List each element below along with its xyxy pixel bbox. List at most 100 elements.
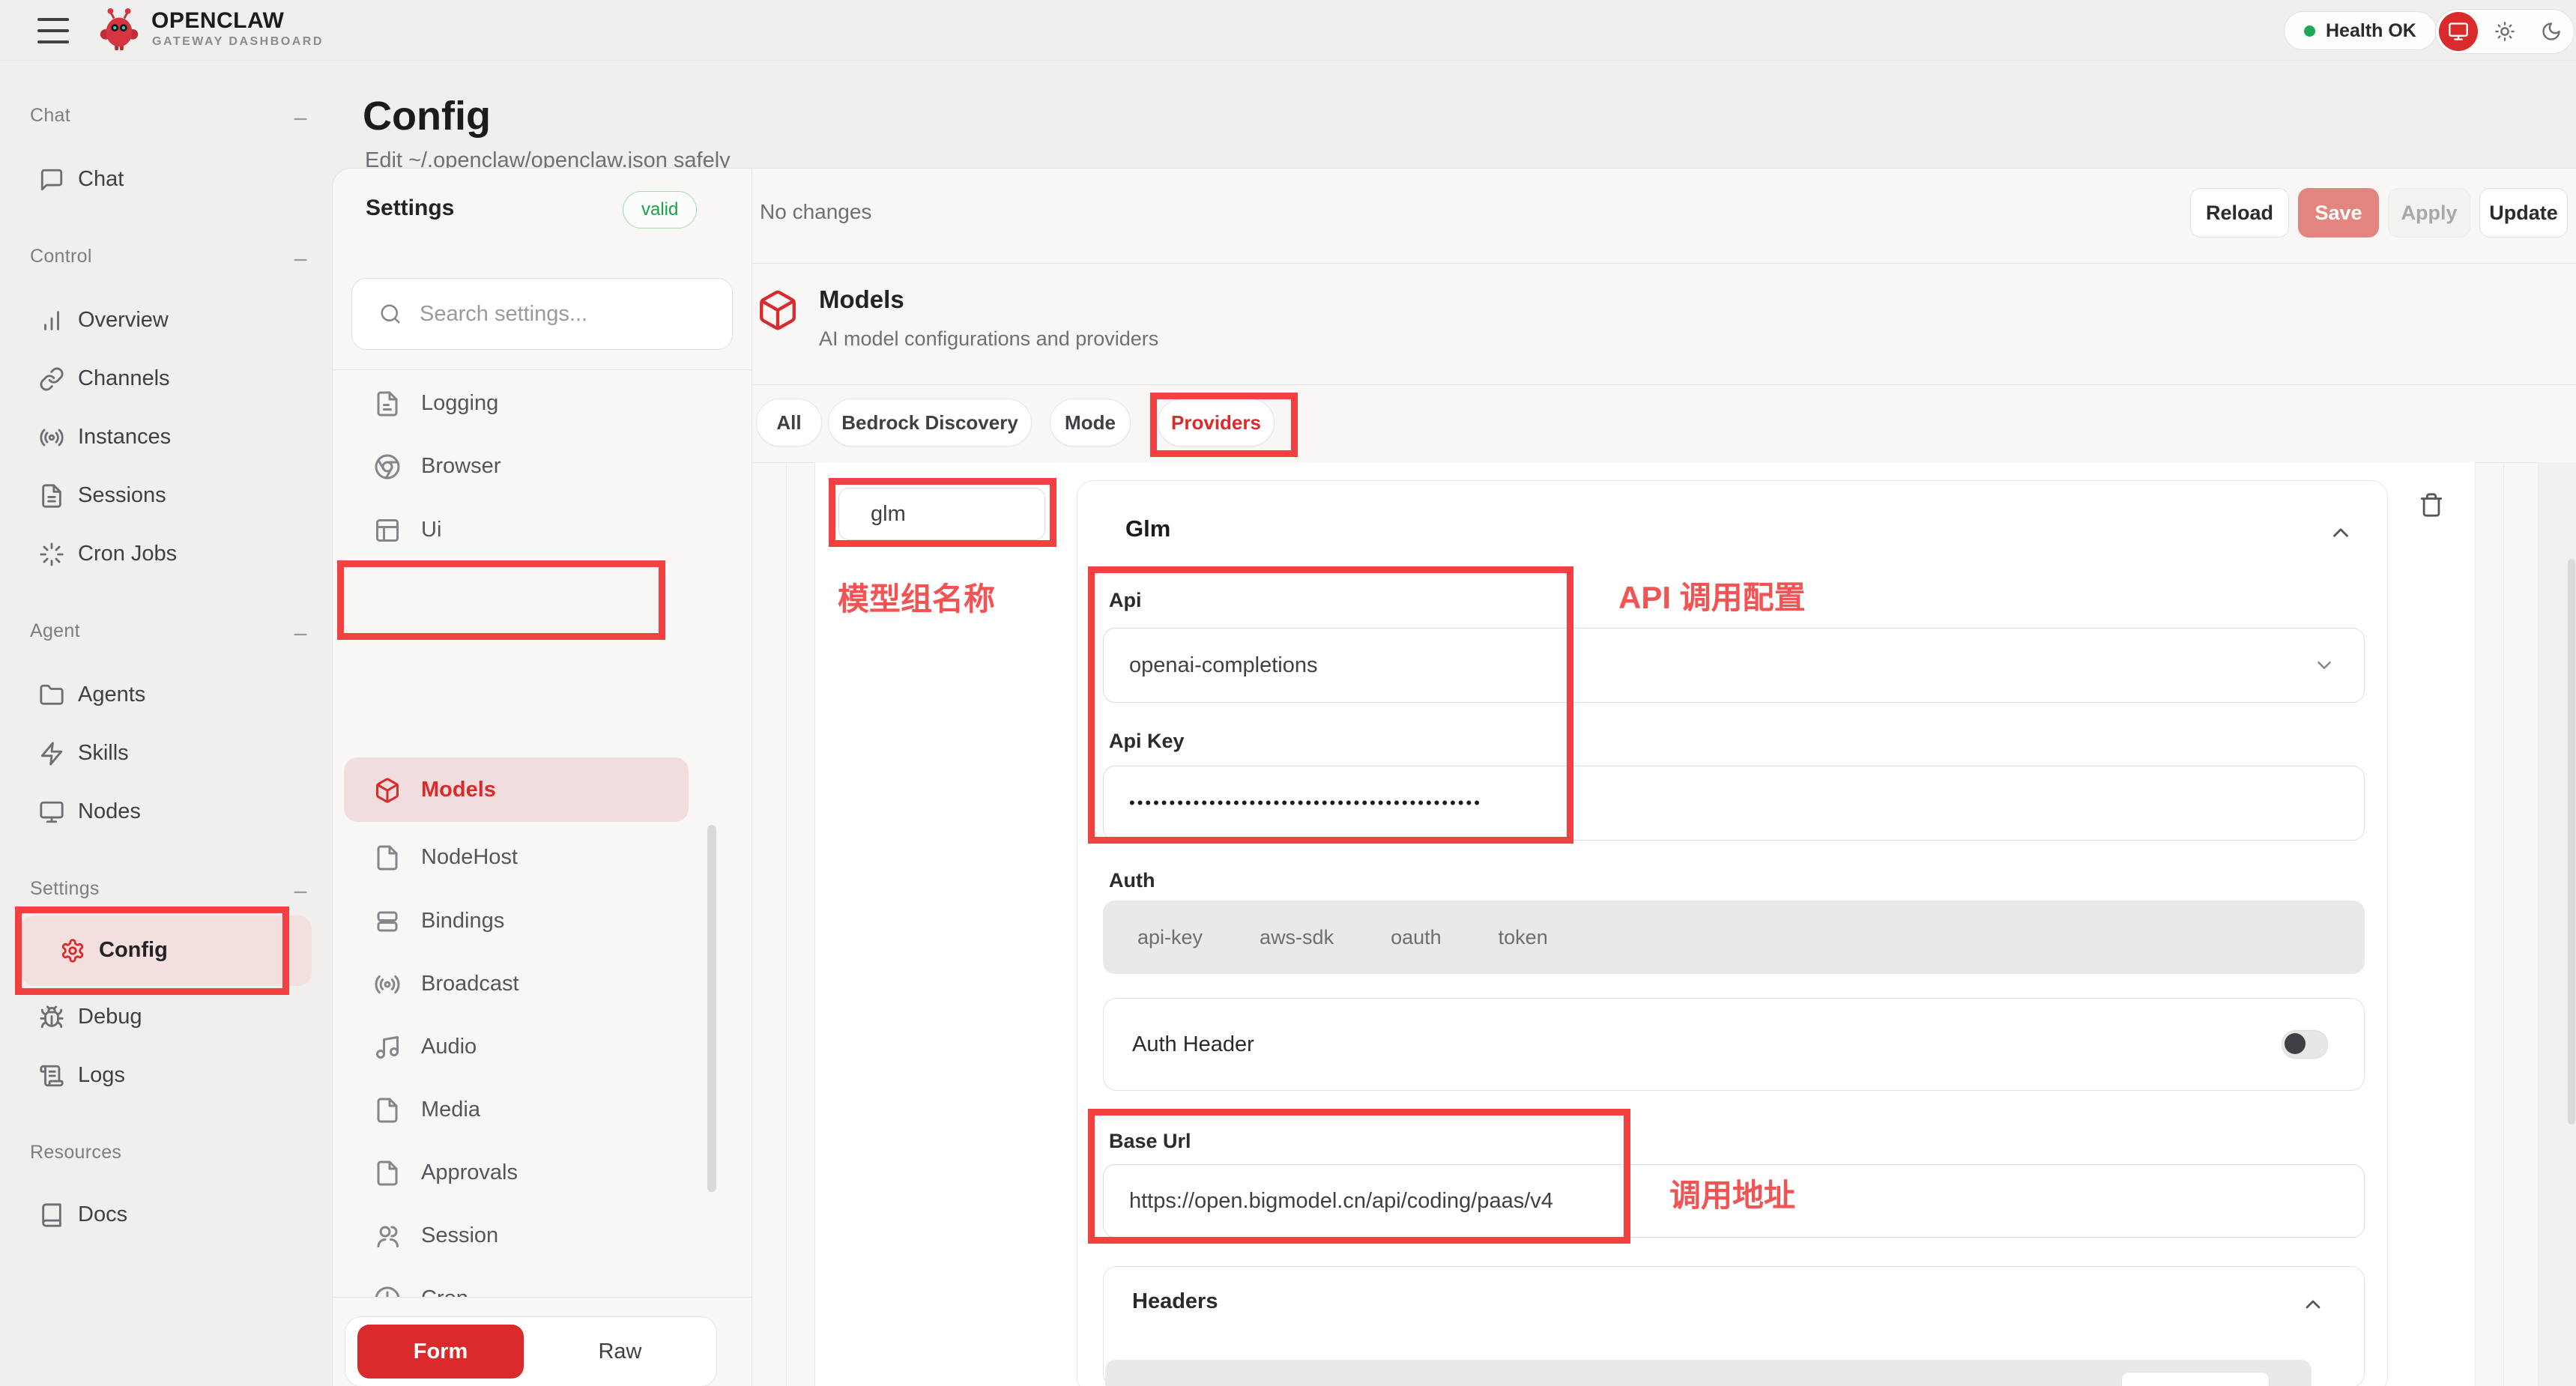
monitor-icon xyxy=(39,799,64,825)
api-select[interactable]: openai-completions xyxy=(1103,628,2365,703)
openclaw-logo xyxy=(96,7,142,53)
music-icon xyxy=(374,1034,401,1061)
collapse-minus-icon[interactable] xyxy=(291,109,310,129)
divider xyxy=(333,1297,752,1298)
settings-item-media[interactable]: Media xyxy=(343,1086,741,1134)
settings-item-cron[interactable]: Cron xyxy=(343,1275,741,1297)
settings-search-input[interactable]: Search settings... xyxy=(351,278,733,350)
sidebar-item-skills[interactable]: Skills xyxy=(0,731,322,776)
base-url-input[interactable]: https://open.bigmodel.cn/api/coding/paas… xyxy=(1103,1164,2365,1238)
api-field-label: Api xyxy=(1109,589,1142,612)
sidebar-item-sessions[interactable]: Sessions xyxy=(0,473,322,518)
sidebar-item-instances[interactable]: Instances xyxy=(0,415,322,460)
health-status-badge: Health OK xyxy=(2284,11,2437,50)
settings-item-models[interactable]: Models xyxy=(343,766,741,814)
bug-icon xyxy=(39,1005,64,1030)
raw-view-button[interactable]: Raw xyxy=(524,1340,716,1364)
dark-theme-button[interactable] xyxy=(2532,12,2571,51)
settings-item-session[interactable]: Session xyxy=(343,1212,741,1260)
sidebar-item-cron-jobs[interactable]: Cron Jobs xyxy=(0,532,322,577)
provider-card: Glm Api openai-completions Api Key •••••… xyxy=(1077,480,2388,1386)
sidebar-item-docs[interactable]: Docs xyxy=(0,1193,322,1238)
main-scrollbar[interactable] xyxy=(2568,559,2575,1125)
settings-item-ui[interactable]: Ui xyxy=(343,506,741,554)
health-dot-icon xyxy=(2304,25,2315,37)
rows-icon xyxy=(374,908,401,935)
collapse-card-chevron-up-icon[interactable] xyxy=(2328,520,2353,545)
models-section-icon xyxy=(756,288,799,332)
users-icon xyxy=(374,1223,401,1250)
sidebar-item-chat[interactable]: Chat xyxy=(0,157,322,202)
health-label: Health OK xyxy=(2326,20,2416,42)
auth-option-token[interactable]: token xyxy=(1499,926,1548,949)
settings-item-nodehost[interactable]: NodeHost xyxy=(343,834,741,882)
divider xyxy=(786,462,787,1386)
chrome-icon xyxy=(374,453,401,480)
sidebar-item-config[interactable]: Config xyxy=(21,916,312,986)
light-theme-button[interactable] xyxy=(2485,12,2524,51)
settings-item-broadcast[interactable]: Broadcast xyxy=(343,960,741,1008)
filter-chip-providers[interactable]: Providers xyxy=(1158,399,1275,447)
radio-waves-icon xyxy=(374,971,401,998)
filter-chip-all[interactable]: All xyxy=(756,399,822,447)
divider xyxy=(2503,462,2504,1386)
zap-icon xyxy=(39,741,64,766)
sidebar-item-logs[interactable]: Logs xyxy=(0,1053,322,1098)
filter-chip-bedrock-discovery[interactable]: Bedrock Discovery xyxy=(828,399,1032,447)
api-key-input[interactable]: ••••••••••••••••••••••••••••••••••••••••… xyxy=(1103,766,2365,841)
auth-option-aws-sdk[interactable]: aws-sdk xyxy=(1260,926,1334,949)
auth-option-api-key[interactable]: api-key xyxy=(1137,926,1203,949)
settings-item-approvals[interactable]: Approvals xyxy=(343,1149,741,1197)
top-bar: OPENCLAW GATEWAY DASHBOARD Health OK xyxy=(0,0,2576,61)
settings-item-browser[interactable]: Browser xyxy=(343,443,741,491)
sidebar-item-agents[interactable]: Agents xyxy=(0,673,322,718)
page-title: Config xyxy=(363,93,491,139)
update-button[interactable]: Update xyxy=(2479,188,2568,237)
auth-field-label: Auth xyxy=(1109,869,1155,892)
divider xyxy=(2538,462,2539,1386)
sidebar-group-control: Control xyxy=(30,246,92,267)
settings-section-list: Logging Browser Ui Models NodeHost Bin xyxy=(333,369,752,1297)
auth-options-group: api-key aws-sdk oauth token xyxy=(1103,901,2365,974)
system-theme-button[interactable] xyxy=(2439,12,2478,51)
filter-chip-mode[interactable]: Mode xyxy=(1050,399,1131,447)
reload-button[interactable]: Reload xyxy=(2190,188,2289,237)
collapse-minus-icon[interactable] xyxy=(291,625,310,644)
settings-item-bindings[interactable]: Bindings xyxy=(343,898,741,945)
app-root: OPENCLAW GATEWAY DASHBOARD Health OK Cha… xyxy=(0,0,2576,1386)
auth-option-oauth[interactable]: oauth xyxy=(1391,926,1442,949)
settings-panel-title: Settings xyxy=(366,196,454,221)
sidebar-group-resources: Resources xyxy=(30,1142,121,1163)
hamburger-menu-icon[interactable] xyxy=(37,18,69,43)
collapse-minus-icon[interactable] xyxy=(291,883,310,902)
collapse-minus-icon[interactable] xyxy=(291,250,310,270)
sidebar-item-debug[interactable]: Debug xyxy=(0,995,322,1040)
provider-card-title: Glm xyxy=(1125,515,1170,542)
sidebar-item-overview[interactable]: Overview xyxy=(0,298,322,343)
brand-subtitle: GATEWAY DASHBOARD xyxy=(152,35,324,49)
settings-item-logging[interactable]: Logging xyxy=(343,380,741,428)
sidebar-group-agent: Agent xyxy=(30,620,80,642)
provider-key-input[interactable]: glm xyxy=(838,488,1045,540)
auth-header-toggle[interactable] xyxy=(2282,1030,2328,1059)
headers-label: Headers xyxy=(1132,1289,1218,1314)
brand-title: OPENCLAW xyxy=(151,8,284,34)
save-button[interactable]: Save xyxy=(2298,188,2379,237)
sidebar-item-channels[interactable]: Channels xyxy=(0,357,322,402)
form-view-button[interactable]: Form xyxy=(357,1325,524,1379)
collapse-headers-chevron-up-icon[interactable] xyxy=(2301,1292,2325,1316)
models-section-subtitle: AI model configurations and providers xyxy=(819,327,1158,351)
sidebar-item-nodes[interactable]: Nodes xyxy=(0,790,322,835)
link-icon xyxy=(39,366,64,392)
delete-provider-trash-icon[interactable] xyxy=(2419,491,2444,519)
file-icon xyxy=(374,1160,401,1187)
settings-list-scrollbar[interactable] xyxy=(707,825,716,1192)
models-section-title: Models xyxy=(819,285,904,314)
apply-button[interactable]: Apply xyxy=(2388,188,2470,237)
headers-section: Headers xyxy=(1103,1266,2365,1386)
settings-item-audio[interactable]: Audio xyxy=(343,1023,741,1071)
bar-chart-icon xyxy=(39,308,64,333)
radio-waves-icon xyxy=(39,425,64,450)
folder-icon xyxy=(39,683,64,708)
headers-add-button[interactable] xyxy=(2121,1372,2270,1386)
